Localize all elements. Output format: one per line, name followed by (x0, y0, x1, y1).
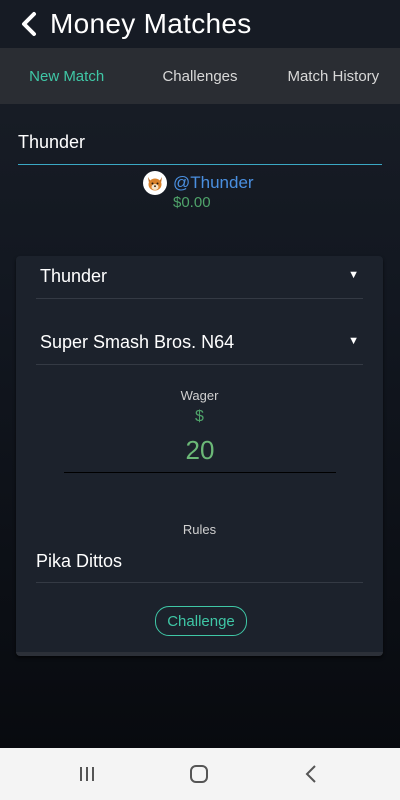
wager-label: Wager (180, 388, 219, 403)
opponent-select-value: Thunder (40, 266, 108, 286)
android-nav-bar (0, 748, 400, 800)
app-header: Money Matches (0, 0, 400, 48)
fox-avatar-icon (143, 171, 167, 195)
tab-new-match[interactable]: New Match (0, 48, 133, 104)
chevron-left-icon (22, 12, 36, 36)
back-button[interactable] (14, 8, 44, 40)
home-button[interactable] (184, 760, 214, 788)
game-select[interactable]: Super Smash Bros. N64 ▼ (36, 322, 363, 365)
tab-challenges[interactable]: Challenges (133, 48, 266, 104)
currency-symbol: $ (195, 408, 204, 425)
opponent-select[interactable]: Thunder ▼ (36, 256, 363, 299)
user-result[interactable]: @Thunder (143, 170, 254, 196)
rules-label: Rules (182, 522, 217, 537)
recents-icon (80, 767, 94, 781)
wager-field (64, 430, 336, 473)
new-match-form: Thunder ▼ Super Smash Bros. N64 ▼ Wager … (16, 256, 383, 656)
game-select-value: Super Smash Bros. N64 (40, 332, 235, 352)
page-title: Money Matches (50, 8, 252, 39)
caret-down-icon: ▼ (348, 335, 359, 347)
challenge-button[interactable]: Challenge (155, 606, 247, 636)
user-handle[interactable]: @Thunder (173, 173, 254, 193)
opponent-search-field (18, 126, 382, 165)
home-icon (190, 765, 208, 783)
rules-input[interactable] (36, 546, 363, 576)
tab-match-history[interactable]: Match History (267, 48, 400, 104)
user-balance: $0.00 (173, 194, 211, 211)
rules-field (36, 546, 363, 583)
back-icon (305, 765, 316, 783)
recents-button[interactable] (72, 760, 102, 788)
opponent-search-input[interactable] (18, 126, 382, 158)
system-back-button[interactable] (296, 760, 326, 788)
tab-bar: New Match Challenges Match History (0, 48, 400, 104)
wager-input[interactable] (64, 430, 336, 470)
caret-down-icon: ▼ (348, 269, 359, 281)
